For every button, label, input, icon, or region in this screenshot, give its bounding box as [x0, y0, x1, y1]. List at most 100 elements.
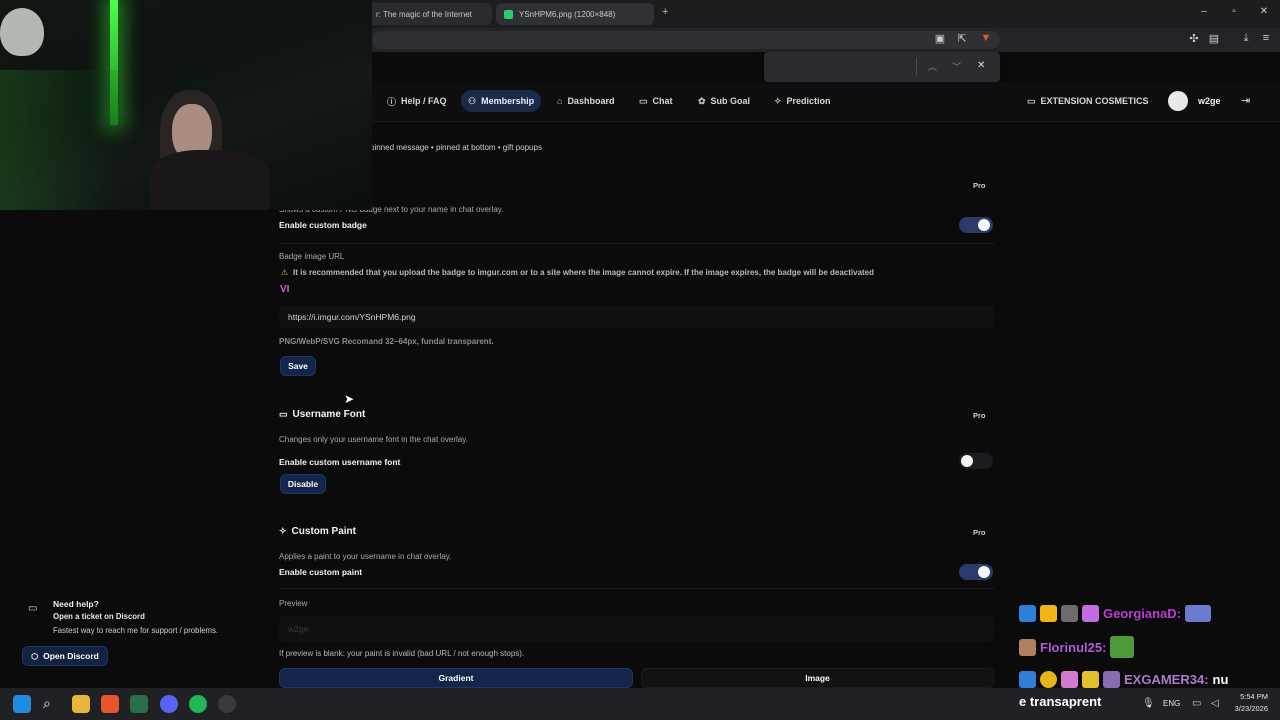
chat-overlay-text: e transaprent	[1019, 694, 1102, 709]
badge-warning: It is recommended that you upload the ba…	[293, 268, 875, 277]
shoulders	[150, 150, 270, 210]
nav-label: Membership	[481, 96, 535, 106]
section-title: Custom Paint	[291, 526, 356, 537]
enable-font-toggle[interactable]	[959, 453, 993, 469]
emote-icon	[1103, 671, 1120, 688]
paint-preview: w2ge	[279, 616, 994, 642]
badge-preview: VI	[280, 284, 290, 295]
gift-icon	[1061, 671, 1078, 688]
chat-username: Florinul25:	[1040, 639, 1107, 655]
tab-title: YSnHPM6.png (1200×848)	[519, 9, 616, 19]
clock-date[interactable]: 3/23/2026	[1226, 704, 1268, 713]
app-icon[interactable]	[218, 695, 236, 713]
custom-paint-header: ✧ Custom Paint	[279, 526, 356, 537]
features-note: pinned message • pinned at bottom • gift…	[370, 143, 542, 152]
search-icon[interactable]: ⌕	[43, 695, 51, 712]
close-find-icon[interactable]: ✕	[977, 60, 985, 71]
close-icon[interactable]: ✕	[1254, 6, 1274, 17]
nav-label: Dashboard	[567, 96, 615, 106]
emote-icon	[1061, 605, 1078, 622]
enable-paint-toggle[interactable]	[959, 564, 993, 580]
avatar[interactable]	[1168, 91, 1188, 111]
chevron-up-icon[interactable]: ︿	[928, 60, 937, 73]
chevron-down-icon[interactable]: ﹀	[952, 60, 961, 73]
help-circle-icon: ⓘ	[387, 96, 397, 107]
nav-sub-goal[interactable]: ✿ Sub Goal	[691, 90, 757, 112]
chat-icon: ▭	[28, 603, 38, 614]
username-font-header: ▭ Username Font	[279, 409, 365, 420]
gift-icon	[1082, 605, 1099, 622]
hazard-icon	[1082, 671, 1099, 688]
enable-badge-label: Enable custom badge	[279, 220, 367, 230]
coin-icon	[1040, 671, 1057, 688]
windows-start-icon[interactable]	[13, 695, 31, 713]
nav-help-faq[interactable]: ⓘ Help / FAQ	[380, 90, 454, 112]
address-field[interactable]	[372, 31, 1000, 49]
download-icon[interactable]: ⤓	[1238, 32, 1254, 45]
username: w2ge	[1198, 96, 1221, 106]
tab-image[interactable]: Image	[641, 668, 994, 688]
save-button[interactable]: Save	[280, 356, 316, 376]
sparkle-icon: ✧	[279, 526, 287, 536]
language-indicator[interactable]: ENG	[1163, 699, 1180, 708]
divider	[279, 588, 994, 589]
discord-icon[interactable]	[160, 695, 178, 713]
extensions-icon[interactable]: ✣	[1186, 32, 1202, 45]
menu-icon[interactable]: ≡	[1258, 32, 1274, 44]
plus-icon[interactable]: +	[662, 6, 668, 18]
logout-icon[interactable]: ⇥	[1241, 94, 1250, 107]
toggle-knob	[961, 455, 973, 467]
wall-emblem	[0, 8, 44, 56]
user-icon: ⚇	[468, 95, 477, 106]
nav-chat[interactable]: ▭ Chat	[632, 90, 680, 112]
avatar-emote-icon	[1019, 638, 1036, 656]
badge-url-value: https://i.imgur.com/YSnHPM6.png	[288, 312, 416, 322]
nav-label: Help / FAQ	[401, 96, 447, 106]
brave-icon[interactable]	[101, 695, 119, 713]
nav-dashboard[interactable]: ⌂ Dashboard	[550, 90, 621, 112]
network-icon[interactable]: ▭	[1192, 698, 1201, 709]
chat-message: EXGAMER34: nu	[1019, 671, 1228, 688]
tab-title: r: The magic of the Internet	[376, 9, 472, 19]
emote-icon	[1019, 605, 1036, 622]
minimize-icon[interactable]: –	[1194, 6, 1214, 17]
screenshot-icon[interactable]: ▣	[932, 32, 948, 45]
nav-membership[interactable]: ⚇ Membership	[461, 90, 542, 112]
pro-badge: Pro	[973, 181, 986, 190]
tab-gradient[interactable]: Gradient	[279, 668, 633, 688]
excel-icon[interactable]	[130, 695, 148, 713]
volume-icon[interactable]: ◁	[1211, 698, 1219, 709]
spotify-icon[interactable]	[189, 695, 207, 713]
font-description: Changes only your username font in the c…	[279, 435, 468, 444]
microphone-icon[interactable]: 🎙	[1142, 698, 1155, 709]
nav-label: Sub Goal	[710, 96, 751, 106]
brave-shield-icon[interactable]: ▼	[978, 32, 994, 44]
enable-badge-toggle[interactable]	[959, 217, 993, 233]
disable-button[interactable]: Disable	[280, 474, 326, 494]
file-explorer-icon[interactable]	[72, 695, 90, 713]
restore-icon[interactable]: ▫	[1224, 6, 1244, 17]
toggle-knob	[978, 219, 990, 231]
emote-icon	[1185, 605, 1212, 622]
webcam-overlay	[0, 0, 372, 210]
pepe-emote-icon	[1110, 636, 1135, 658]
browser-tab[interactable]: r: The magic of the Internet	[368, 3, 492, 25]
nav-label: Prediction	[786, 96, 831, 106]
share-icon[interactable]: ⇱	[954, 32, 970, 45]
badge-url-input[interactable]: https://i.imgur.com/YSnHPM6.png	[279, 306, 994, 328]
green-glow	[0, 70, 120, 210]
divider	[279, 243, 994, 244]
browser-tab-active[interactable]: YSnHPM6.png (1200×848)	[496, 3, 654, 25]
nav-prediction[interactable]: ✧ Prediction	[767, 90, 838, 112]
sparkle-icon: ✧	[774, 95, 782, 106]
wallet-icon[interactable]: ▤	[1206, 32, 1222, 45]
extension-cosmetics-button[interactable]: ▭ EXTENSION COSMETICS	[1020, 90, 1156, 112]
find-divider	[916, 58, 917, 76]
help-line2: Fastest way to reach me for support / pr…	[53, 626, 219, 635]
clock-time[interactable]: 5:54 PM	[1230, 692, 1268, 701]
badge-hint: PNG/WebP/SVG Recomand 32–64px, fundal tr…	[279, 337, 494, 346]
gift-icon: ✿	[698, 95, 706, 106]
chat-username: GeorgianaD:	[1103, 606, 1182, 621]
laptop-icon: ▭	[279, 409, 288, 419]
open-discord-button[interactable]: ⬡ Open Discord	[22, 646, 108, 666]
